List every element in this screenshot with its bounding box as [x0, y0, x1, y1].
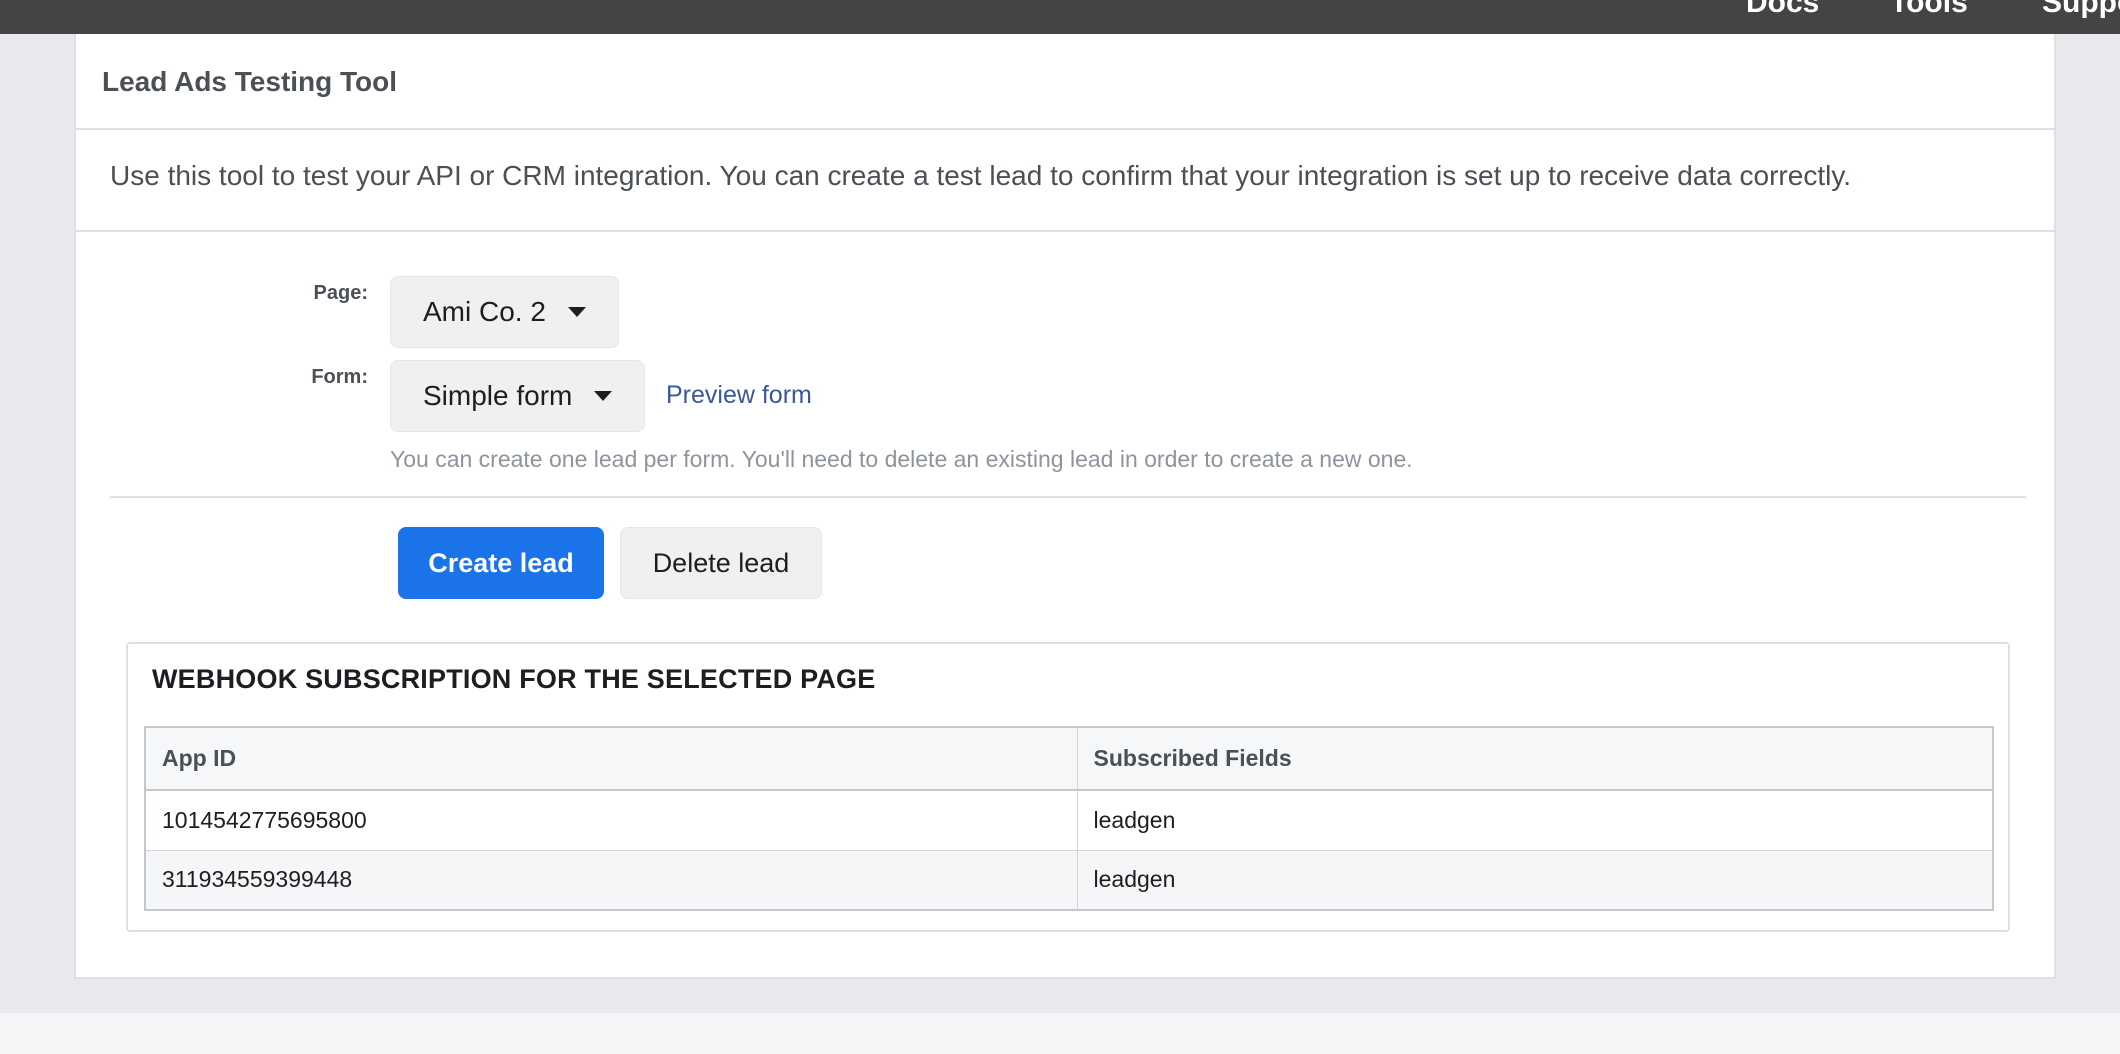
column-header-app-id: App ID — [144, 726, 1078, 791]
table-row: 1014542775695800 leadgen — [144, 789, 1994, 851]
webhook-subscriptions-table: App ID Subscribed Fields 101454277569580… — [144, 726, 1994, 911]
panel-header: Lead Ads Testing Tool — [76, 34, 2054, 130]
webhook-section-title: WEBHOOK SUBSCRIPTION FOR THE SELECTED PA… — [152, 664, 876, 694]
section-divider — [110, 496, 2026, 498]
preview-form-link[interactable]: Preview form — [666, 381, 812, 410]
app-id-cell: 1014542775695800 — [144, 789, 1078, 851]
page-select[interactable]: Ami Co. 2 — [390, 276, 619, 348]
page-select-value: Ami Co. 2 — [423, 296, 546, 327]
app-id-cell: 311934559399448 — [144, 849, 1078, 911]
nav-docs-link[interactable]: Docs — [1746, 0, 1819, 20]
delete-lead-button[interactable]: Delete lead — [620, 527, 822, 599]
chevron-down-icon — [567, 307, 586, 317]
top-navigation-bar: Docs Tools Support — [0, 0, 2120, 34]
nav-tools-link[interactable]: Tools — [1890, 0, 1968, 20]
form-field-label: Form: — [311, 366, 368, 388]
lead-ads-testing-panel: Lead Ads Testing Tool Use this tool to t… — [74, 34, 2056, 979]
subscribed-fields-cell: leadgen — [1076, 849, 1994, 911]
intro-text: Use this tool to test your API or CRM in… — [110, 160, 1852, 191]
form-select-value: Simple form — [423, 380, 573, 411]
table-row: 311934559399448 leadgen — [144, 849, 1994, 911]
form-help-text: You can create one lead per form. You'll… — [390, 446, 1413, 472]
intro-section: Use this tool to test your API or CRM in… — [76, 130, 2054, 232]
create-lead-button[interactable]: Create lead — [398, 527, 604, 599]
page-footer-area — [0, 1013, 2120, 1054]
webhook-subscription-box: WEBHOOK SUBSCRIPTION FOR THE SELECTED PA… — [126, 642, 2010, 932]
chevron-down-icon — [594, 391, 613, 401]
page-field-label: Page: — [313, 282, 368, 304]
form-select[interactable]: Simple form — [390, 360, 646, 432]
nav-support-link[interactable]: Support — [2042, 0, 2120, 20]
column-header-subscribed-fields: Subscribed Fields — [1076, 726, 1994, 791]
page-title: Lead Ads Testing Tool — [102, 66, 398, 97]
table-header-row: App ID Subscribed Fields — [144, 726, 1994, 791]
subscribed-fields-cell: leadgen — [1076, 789, 1994, 851]
